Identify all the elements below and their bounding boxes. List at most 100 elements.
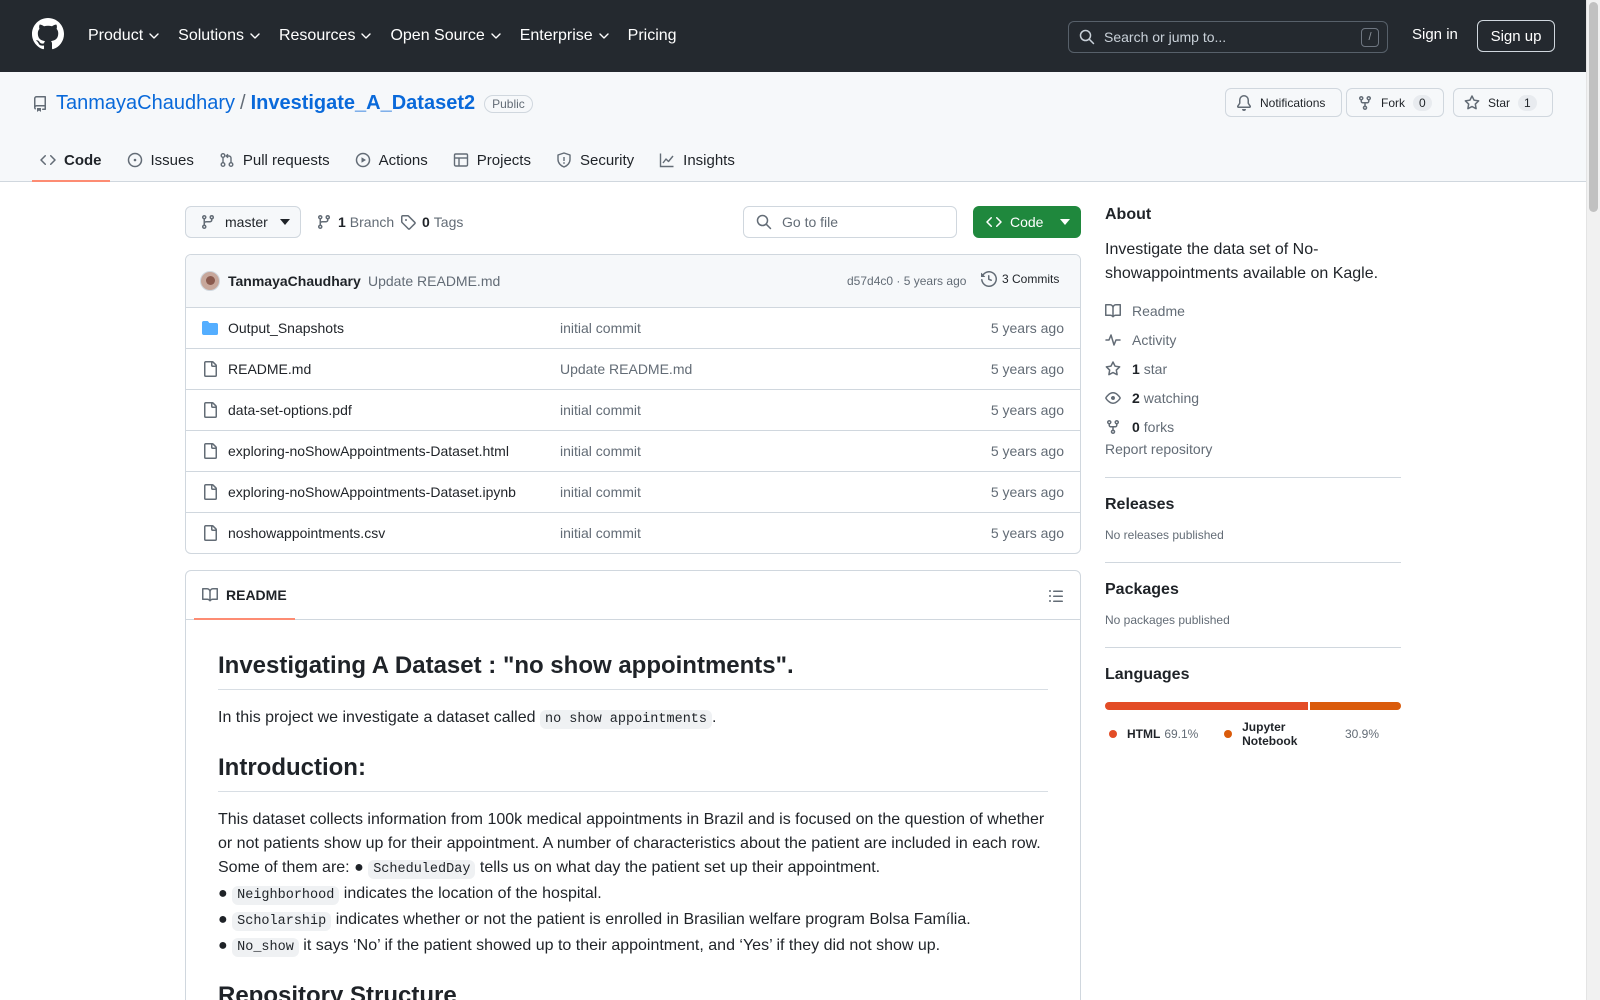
language-percent: 69.1% xyxy=(1164,727,1199,741)
language-name: Jupyter Notebook xyxy=(1242,720,1298,748)
file-name-link[interactable]: data-set-options.pdf xyxy=(228,402,352,418)
notifications-button[interactable]: Notifications xyxy=(1225,88,1342,117)
tab-pull-requests[interactable]: Pull requests xyxy=(211,140,338,180)
file-commit-message-link[interactable]: initial commit xyxy=(560,402,641,418)
star-label: Star xyxy=(1488,95,1511,110)
graph-icon xyxy=(659,153,674,168)
file-commit-message-link[interactable]: Update README.md xyxy=(560,361,692,377)
forks-link[interactable]: 0 forks xyxy=(1105,412,1401,441)
tab-insights[interactable]: Insights xyxy=(651,140,743,180)
table-row[interactable]: data-set-options.pdf initial commit 5 year… xyxy=(186,390,1080,431)
file-name-link[interactable]: exploring-noShowAppointments-Dataset.htm… xyxy=(228,443,509,459)
star-button[interactable]: Star 1 xyxy=(1453,88,1553,117)
languages-title: Languages xyxy=(1105,666,1190,683)
tab-security[interactable]: Security xyxy=(548,140,642,180)
bullet: ● xyxy=(218,937,228,954)
tag-count: 0 xyxy=(422,214,430,230)
fork-label: Fork xyxy=(1381,95,1405,110)
introduction-heading: Introduction: xyxy=(218,754,1048,792)
top-nav-label: Pricing xyxy=(627,27,677,44)
table-row[interactable]: exploring-noShowAppointments-Dataset.ipy… xyxy=(186,472,1080,513)
top-nav-item-resources[interactable]: Resources xyxy=(279,27,372,45)
sidebar-divider xyxy=(1105,647,1401,648)
go-to-file-placeholder: Go to file xyxy=(782,214,839,230)
file-icon xyxy=(204,525,217,541)
repository-header: TanmayaChaudhary / Investigate_A_Dataset… xyxy=(0,72,1586,182)
tab-projects[interactable]: Projects xyxy=(445,140,539,180)
play-icon xyxy=(355,152,370,168)
inline-code: Scholarship xyxy=(232,912,332,931)
watchers-link[interactable]: 2 watching xyxy=(1105,383,1401,412)
releases-empty-text: No releases published xyxy=(1105,528,1224,542)
bullet: ● xyxy=(218,911,228,928)
file-name-link[interactable]: Output_Snapshots xyxy=(228,320,344,336)
stars-link[interactable]: 1 star xyxy=(1105,354,1401,383)
top-nav-label: Product xyxy=(88,27,144,44)
table-row[interactable]: noshowappointments.csv initial commit 5 ye… xyxy=(186,513,1080,553)
language-item[interactable]: HTML 69.1% xyxy=(1105,720,1198,748)
tags-link[interactable]: 0 Tags xyxy=(400,214,463,230)
table-row[interactable]: Output_Snapshots initial commit 5 years ag… xyxy=(186,308,1080,349)
commit-message-link[interactable]: Update README.md xyxy=(368,273,500,289)
readme-tab[interactable]: README xyxy=(194,571,295,620)
sign-up-button[interactable]: Sign up xyxy=(1477,20,1555,52)
top-nav-item-enterprise[interactable]: Enterprise xyxy=(520,27,610,45)
sign-in-link[interactable]: Sign in xyxy=(1412,26,1458,43)
chevron-down-icon xyxy=(250,33,260,39)
inline-code: No_show xyxy=(232,938,299,957)
table-row[interactable]: exploring-noShowAppointments-Dataset.htm… xyxy=(186,431,1080,472)
readme-heading: Investigating A Dataset : "no show appoi… xyxy=(218,652,1048,690)
file-name-link[interactable]: exploring-noShowAppointments-Dataset.ipy… xyxy=(228,484,516,500)
file-commit-message-link[interactable]: initial commit xyxy=(560,525,641,541)
language-bar-segment xyxy=(1105,702,1309,710)
commit-author-link[interactable]: TanmayaChaudhary xyxy=(228,273,361,289)
top-nav-label: Enterprise xyxy=(519,27,593,44)
branches-link[interactable]: 1 Branch xyxy=(316,214,394,230)
report-repository-link[interactable]: Report repository xyxy=(1105,441,1212,457)
file-icon xyxy=(204,484,217,500)
inline-code: no show appointments xyxy=(539,710,712,729)
code-dropdown-button[interactable]: Code xyxy=(973,206,1081,238)
commits-history-link[interactable]: 3 Commits xyxy=(981,271,1059,287)
top-nav-item-solutions[interactable]: Solutions xyxy=(178,27,261,45)
packages-title[interactable]: Packages xyxy=(1105,581,1401,599)
about-title: About xyxy=(1105,206,1152,223)
fork-button[interactable]: Fork 0 xyxy=(1346,88,1444,117)
readme-link[interactable]: Readme xyxy=(1105,296,1401,325)
file-name-link[interactable]: noshowappointments.csv xyxy=(228,525,385,541)
activity-link[interactable]: Activity xyxy=(1105,325,1401,354)
file-commit-message-link[interactable]: initial commit xyxy=(560,484,641,500)
go-to-file-input[interactable]: Go to file xyxy=(743,206,957,238)
branch-icon xyxy=(317,215,330,230)
pull-request-icon xyxy=(220,153,234,167)
table-of-contents-icon[interactable] xyxy=(1048,588,1064,604)
language-color-dot xyxy=(1109,730,1117,738)
search-input[interactable]: Search or jump to... / xyxy=(1068,21,1388,53)
tab-issues[interactable]: Issues xyxy=(119,140,202,180)
file-commit-message-link[interactable]: initial commit xyxy=(560,443,641,459)
commit-hash-time[interactable]: d57d4c0 · 5 years ago xyxy=(847,274,966,288)
item-text: it says ‘No’ if the patient showed up to… xyxy=(303,937,941,954)
file-listing: TanmayaChaudhary Update README.md d57d4c… xyxy=(185,254,1081,554)
tab-code[interactable]: Code xyxy=(32,140,110,182)
top-nav-item-product[interactable]: Product xyxy=(88,27,160,45)
language-item[interactable]: Jupyter Notebook 30.9% xyxy=(1220,720,1379,748)
top-nav-item-open-source[interactable]: Open Source xyxy=(390,27,501,45)
packages-empty-text: No packages published xyxy=(1105,613,1230,627)
file-commit-message-link[interactable]: initial commit xyxy=(560,320,641,336)
file-commit-time: 5 years ago xyxy=(990,320,1064,336)
github-logo-icon[interactable] xyxy=(32,18,64,50)
releases-title[interactable]: Releases xyxy=(1105,496,1401,514)
file-name-link[interactable]: README.md xyxy=(228,361,311,377)
repo-name-link[interactable]: Investigate_A_Dataset2 xyxy=(251,92,476,115)
table-row[interactable]: README.md Update README.md 5 years ago xyxy=(186,349,1080,390)
branch-icon xyxy=(201,215,214,230)
branch-count: 1 xyxy=(338,214,346,230)
tab-actions[interactable]: Actions xyxy=(347,140,436,180)
branch-selector[interactable]: master xyxy=(185,206,301,238)
repo-owner-link[interactable]: TanmayaChaudhary xyxy=(56,92,235,115)
scrollbar-thumb[interactable] xyxy=(1589,2,1598,212)
avatar[interactable] xyxy=(200,271,220,291)
sidebar-divider xyxy=(1105,477,1401,478)
top-nav-item-pricing[interactable]: Pricing xyxy=(628,27,677,45)
